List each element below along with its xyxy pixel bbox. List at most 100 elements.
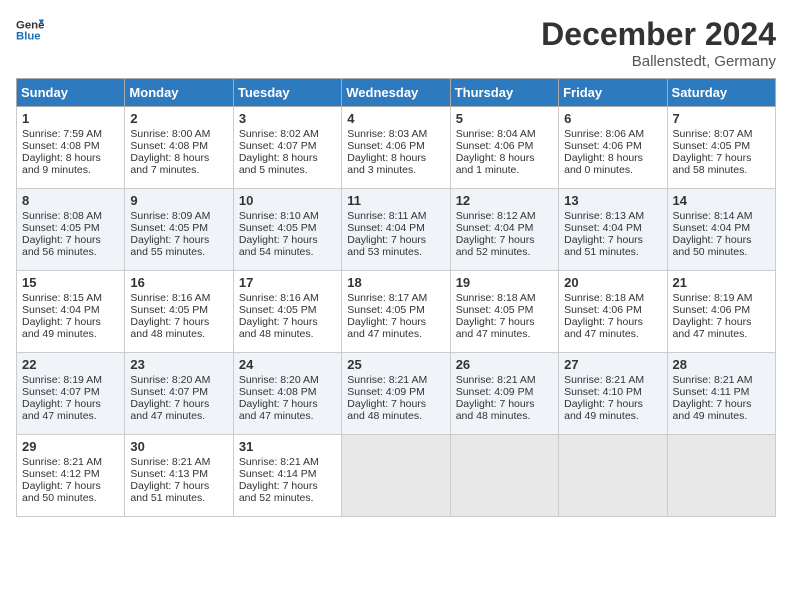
sunset-label: Sunset: 4:07 PM [130,386,208,398]
daylight-label: Daylight: 8 hours and 1 minute. [456,152,535,176]
table-row: 23Sunrise: 8:20 AMSunset: 4:07 PMDayligh… [125,353,233,435]
daylight-label: Daylight: 8 hours and 7 minutes. [130,152,209,176]
day-number: 11 [347,193,445,208]
sunrise-label: Sunrise: 8:19 AM [22,374,102,386]
sunset-label: Sunset: 4:04 PM [564,222,642,234]
daylight-label: Daylight: 7 hours and 50 minutes. [22,480,101,504]
day-number: 22 [22,357,120,372]
sunrise-label: Sunrise: 8:00 AM [130,128,210,140]
table-row: 26Sunrise: 8:21 AMSunset: 4:09 PMDayligh… [450,353,558,435]
sunset-label: Sunset: 4:06 PM [673,304,751,316]
sunset-label: Sunset: 4:05 PM [22,222,100,234]
daylight-label: Daylight: 7 hours and 54 minutes. [239,234,318,258]
svg-text:Blue: Blue [16,31,41,43]
table-row: 30Sunrise: 8:21 AMSunset: 4:13 PMDayligh… [125,435,233,517]
sunrise-label: Sunrise: 8:13 AM [564,210,644,222]
day-number: 27 [564,357,662,372]
sunset-label: Sunset: 4:06 PM [564,304,642,316]
table-row: 6Sunrise: 8:06 AMSunset: 4:06 PMDaylight… [559,107,667,189]
day-number: 14 [673,193,771,208]
sunset-label: Sunset: 4:14 PM [239,468,317,480]
day-number: 26 [456,357,554,372]
daylight-label: Daylight: 8 hours and 3 minutes. [347,152,426,176]
sunset-label: Sunset: 4:07 PM [22,386,100,398]
daylight-label: Daylight: 7 hours and 47 minutes. [564,316,643,340]
daylight-label: Daylight: 7 hours and 47 minutes. [456,316,535,340]
day-number: 18 [347,275,445,290]
table-row [450,435,558,517]
sunrise-label: Sunrise: 8:15 AM [22,292,102,304]
sunset-label: Sunset: 4:09 PM [347,386,425,398]
daylight-label: Daylight: 7 hours and 58 minutes. [673,152,752,176]
sunrise-label: Sunrise: 8:02 AM [239,128,319,140]
daylight-label: Daylight: 8 hours and 9 minutes. [22,152,101,176]
day-number: 1 [22,111,120,126]
table-row: 29Sunrise: 8:21 AMSunset: 4:12 PMDayligh… [17,435,125,517]
day-number: 23 [130,357,228,372]
sunrise-label: Sunrise: 8:17 AM [347,292,427,304]
sunrise-label: Sunrise: 8:20 AM [130,374,210,386]
daylight-label: Daylight: 7 hours and 56 minutes. [22,234,101,258]
daylight-label: Daylight: 7 hours and 51 minutes. [564,234,643,258]
sunrise-label: Sunrise: 8:18 AM [456,292,536,304]
daylight-label: Daylight: 7 hours and 52 minutes. [239,480,318,504]
day-number: 31 [239,439,337,454]
table-row: 19Sunrise: 8:18 AMSunset: 4:05 PMDayligh… [450,271,558,353]
table-row: 24Sunrise: 8:20 AMSunset: 4:08 PMDayligh… [233,353,341,435]
day-number: 7 [673,111,771,126]
table-row [559,435,667,517]
sunset-label: Sunset: 4:06 PM [347,140,425,152]
table-row: 5Sunrise: 8:04 AMSunset: 4:06 PMDaylight… [450,107,558,189]
title-area: December 2024 Ballenstedt, Germany [541,16,776,70]
daylight-label: Daylight: 8 hours and 0 minutes. [564,152,643,176]
day-number: 8 [22,193,120,208]
table-row [667,435,775,517]
day-number: 5 [456,111,554,126]
daylight-label: Daylight: 8 hours and 5 minutes. [239,152,318,176]
col-tuesday: Tuesday [233,79,341,107]
daylight-label: Daylight: 7 hours and 53 minutes. [347,234,426,258]
daylight-label: Daylight: 7 hours and 48 minutes. [456,398,535,422]
sunset-label: Sunset: 4:08 PM [130,140,208,152]
sunset-label: Sunset: 4:05 PM [673,140,751,152]
day-number: 17 [239,275,337,290]
day-number: 20 [564,275,662,290]
calendar-week-5: 29Sunrise: 8:21 AMSunset: 4:12 PMDayligh… [17,435,776,517]
daylight-label: Daylight: 7 hours and 48 minutes. [130,316,209,340]
sunrise-label: Sunrise: 8:09 AM [130,210,210,222]
table-row: 28Sunrise: 8:21 AMSunset: 4:11 PMDayligh… [667,353,775,435]
sunset-label: Sunset: 4:05 PM [239,222,317,234]
sunset-label: Sunset: 4:05 PM [456,304,534,316]
daylight-label: Daylight: 7 hours and 49 minutes. [564,398,643,422]
day-number: 29 [22,439,120,454]
day-number: 10 [239,193,337,208]
col-wednesday: Wednesday [342,79,450,107]
sunrise-label: Sunrise: 8:07 AM [673,128,753,140]
table-row: 12Sunrise: 8:12 AMSunset: 4:04 PMDayligh… [450,189,558,271]
table-row: 25Sunrise: 8:21 AMSunset: 4:09 PMDayligh… [342,353,450,435]
sunrise-label: Sunrise: 8:21 AM [130,456,210,468]
sunset-label: Sunset: 4:04 PM [673,222,751,234]
sunset-label: Sunset: 4:04 PM [456,222,534,234]
day-number: 25 [347,357,445,372]
sunset-label: Sunset: 4:07 PM [239,140,317,152]
table-row: 9Sunrise: 8:09 AMSunset: 4:05 PMDaylight… [125,189,233,271]
daylight-label: Daylight: 7 hours and 50 minutes. [673,234,752,258]
sunrise-label: Sunrise: 8:10 AM [239,210,319,222]
day-number: 3 [239,111,337,126]
day-number: 9 [130,193,228,208]
table-row [342,435,450,517]
daylight-label: Daylight: 7 hours and 49 minutes. [673,398,752,422]
col-monday: Monday [125,79,233,107]
sunrise-label: Sunrise: 8:08 AM [22,210,102,222]
sunrise-label: Sunrise: 8:16 AM [130,292,210,304]
sunrise-label: Sunrise: 8:16 AM [239,292,319,304]
table-row: 7 Sunrise: 8:07 AMSunset: 4:05 PMDaylight… [667,107,775,189]
sunrise-label: Sunrise: 8:20 AM [239,374,319,386]
calendar-week-4: 22Sunrise: 8:19 AMSunset: 4:07 PMDayligh… [17,353,776,435]
day-number: 4 [347,111,445,126]
table-row: 1Sunrise: 7:59 AMSunset: 4:08 PMDaylight… [17,107,125,189]
daylight-label: Daylight: 7 hours and 49 minutes. [22,316,101,340]
table-row: 10 Sunrise: 8:10 AMSunset: 4:05 PMDayligh… [233,189,341,271]
table-row: 18Sunrise: 8:17 AMSunset: 4:05 PMDayligh… [342,271,450,353]
